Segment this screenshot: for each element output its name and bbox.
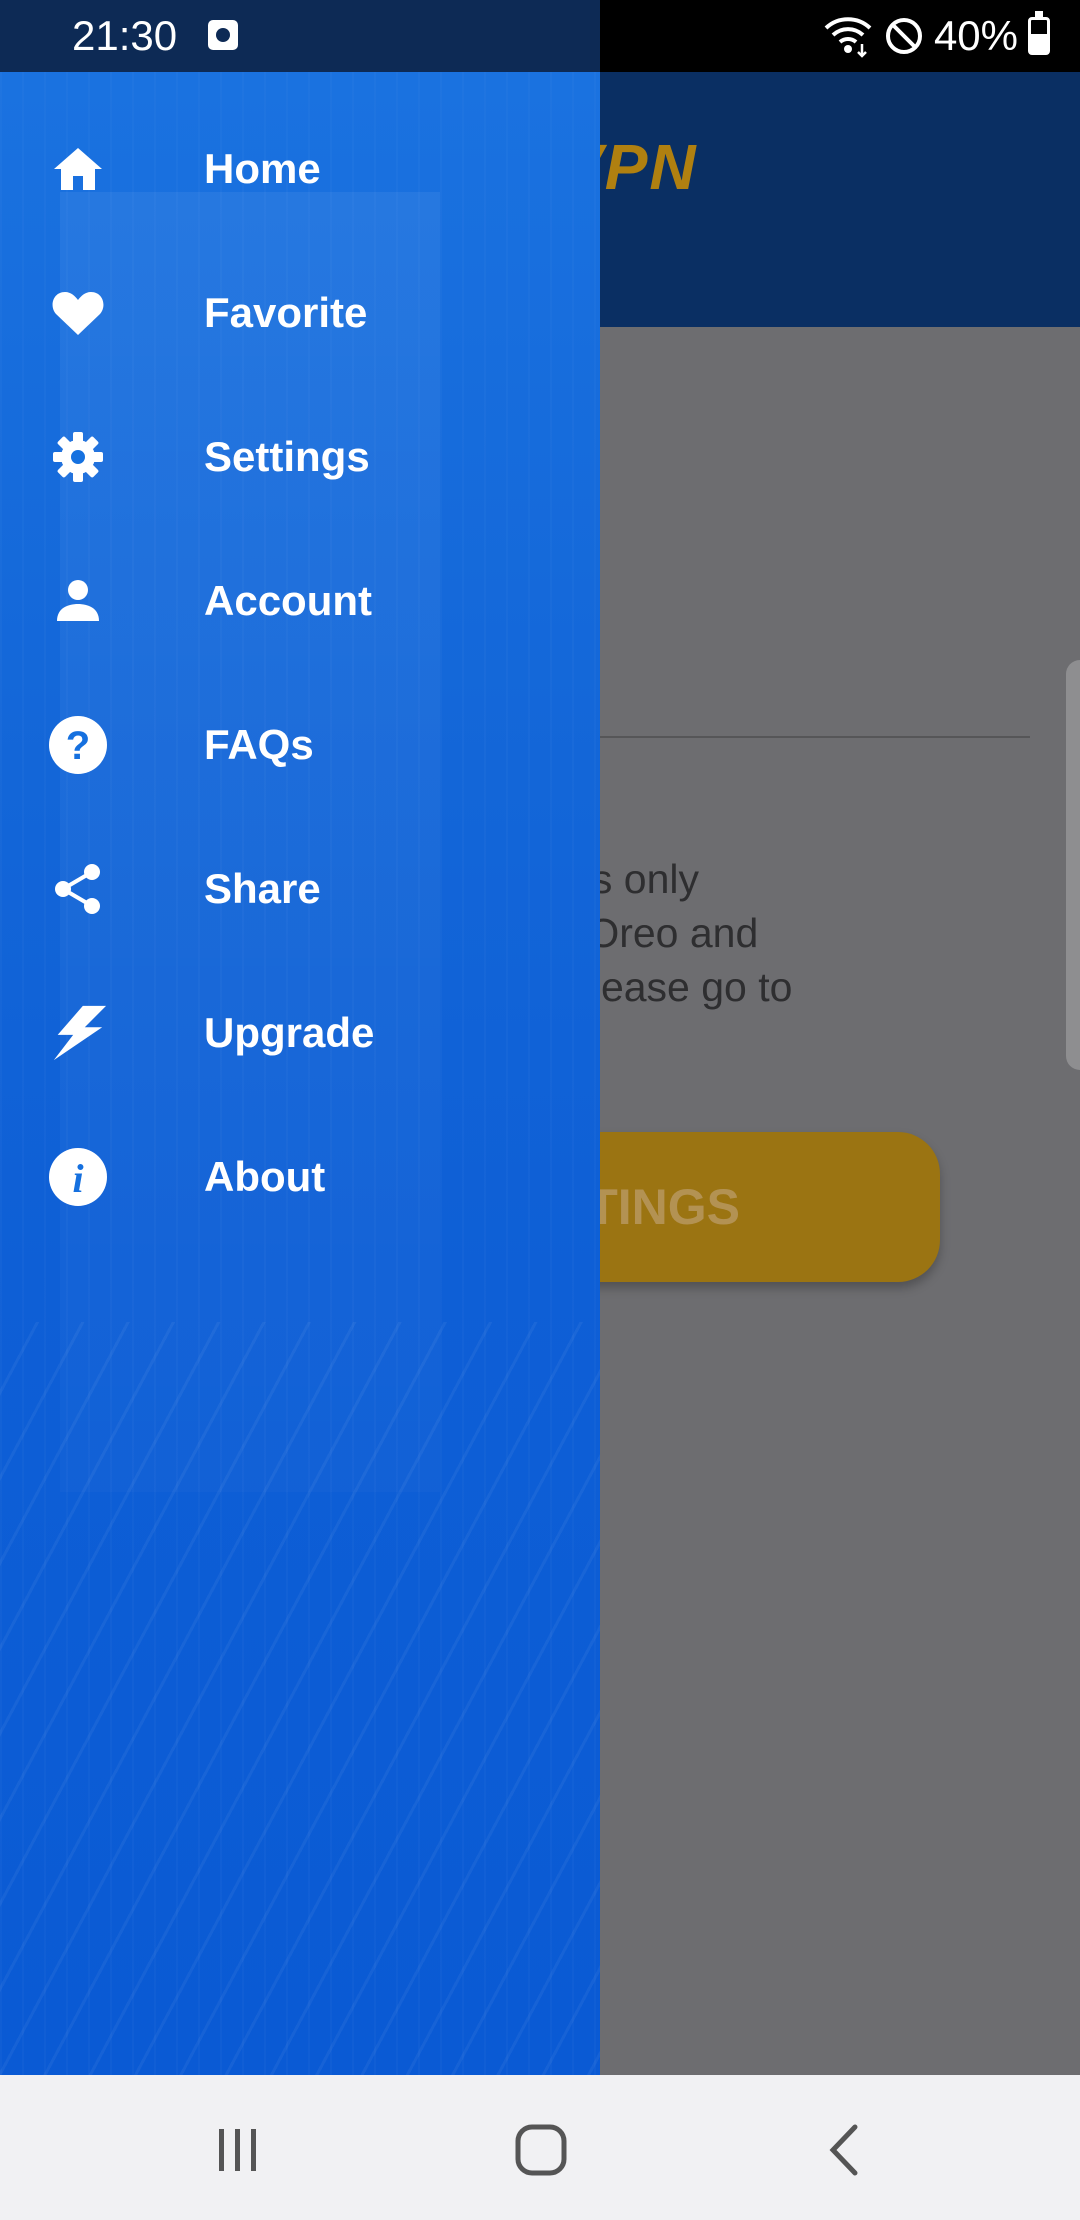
battery-percentage: 40%	[933, 12, 1018, 59]
menu-label: Home	[204, 145, 321, 192]
info-circle-icon: i	[48, 1147, 108, 1207]
menu-item-home[interactable]: Home	[0, 97, 600, 241]
do-not-disturb-icon	[885, 18, 922, 54]
home-button-icon[interactable]	[506, 2115, 576, 2185]
navigation-drawer: Home Favorite Settings Account ? FAQs Sh…	[0, 72, 600, 2075]
menu-label: Settings	[204, 433, 370, 480]
svg-text:?: ?	[66, 724, 90, 768]
menu-label: Favorite	[204, 289, 368, 336]
menu-item-favorite[interactable]: Favorite	[0, 241, 600, 385]
recents-icon[interactable]	[203, 2115, 273, 2185]
lightning-icon	[48, 1003, 108, 1063]
svg-text:i: i	[72, 1156, 83, 1201]
gear-icon	[48, 427, 108, 487]
drawer-menu: Home Favorite Settings Account ? FAQs Sh…	[0, 97, 600, 1249]
help-circle-icon: ?	[48, 715, 108, 775]
menu-label: Account	[204, 577, 372, 624]
menu-item-about[interactable]: i About	[0, 1105, 600, 1249]
menu-label: About	[204, 1153, 326, 1200]
menu-label: Share	[204, 865, 321, 912]
clock-notification-icon	[208, 20, 238, 50]
person-icon	[48, 571, 108, 631]
menu-label: FAQs	[204, 721, 314, 768]
home-icon	[48, 139, 108, 199]
share-icon	[48, 859, 108, 919]
status-time: 21:30	[72, 12, 178, 59]
wifi-icon	[824, 17, 872, 58]
menu-label: Upgrade	[204, 1009, 375, 1056]
divider	[590, 736, 1030, 738]
menu-item-share[interactable]: Share	[0, 817, 600, 961]
menu-item-account[interactable]: Account	[0, 529, 600, 673]
status-icons: 40%	[822, 10, 1050, 62]
back-icon[interactable]	[810, 2115, 880, 2185]
menu-item-upgrade[interactable]: Upgrade	[0, 961, 600, 1105]
edge-panel-handle[interactable]	[1066, 660, 1080, 1070]
heart-icon	[48, 283, 108, 343]
menu-item-settings[interactable]: Settings	[0, 385, 600, 529]
status-bar: 21:30 40%	[0, 0, 1080, 72]
battery-icon	[1028, 11, 1050, 55]
system-nav-bar	[0, 2075, 1080, 2220]
menu-item-faqs[interactable]: ? FAQs	[0, 673, 600, 817]
